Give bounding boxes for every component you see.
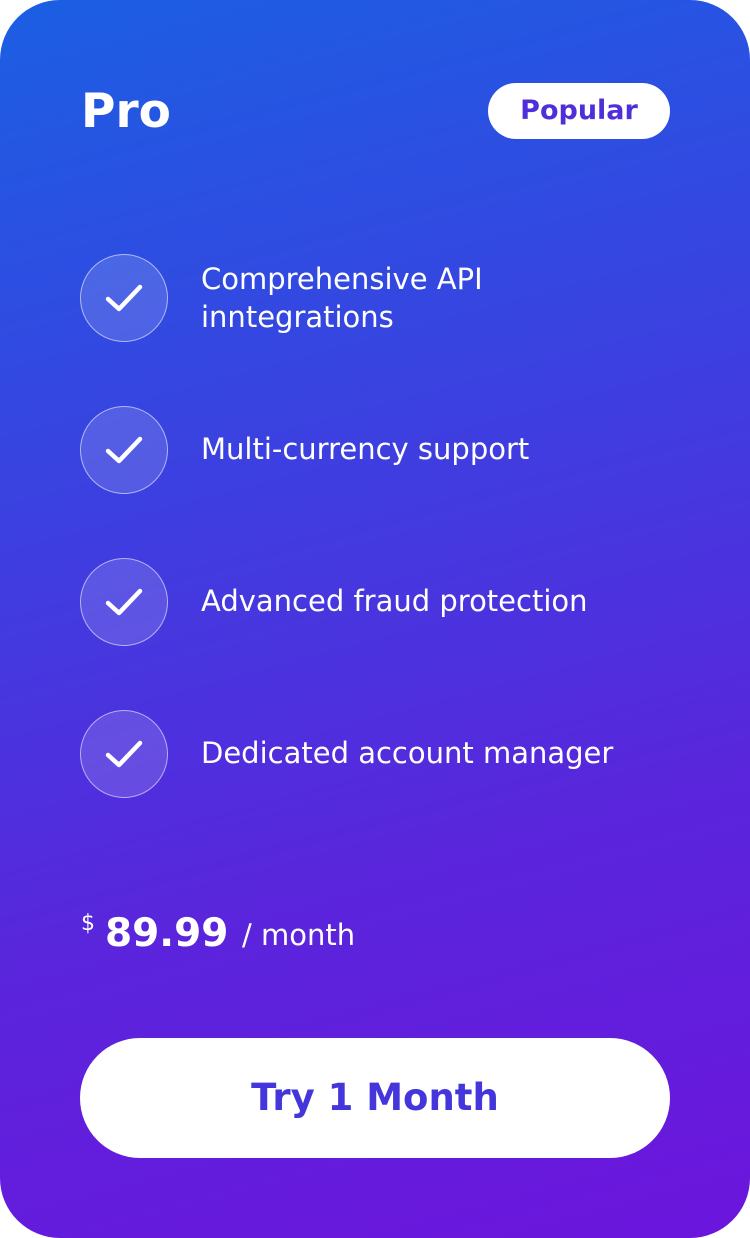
- price-currency: $: [81, 911, 95, 936]
- feature-item: Dedicated account manager: [80, 710, 680, 798]
- check-icon: [80, 558, 168, 646]
- feature-item: Advanced fraud protection: [80, 558, 680, 646]
- feature-label: Multi-currency support: [201, 432, 530, 466]
- plan-title: Pro: [81, 84, 171, 139]
- feature-label: Advanced fraud protection: [201, 584, 588, 618]
- check-icon: [80, 710, 168, 798]
- popular-badge: Popular: [488, 83, 670, 139]
- check-icon: [80, 406, 168, 494]
- price-amount: 89.99: [105, 911, 229, 956]
- pricing-card: Pro Popular Comprehensive API inntegrati…: [0, 0, 750, 1238]
- feature-item: Comprehensive API inntegrations: [80, 254, 680, 342]
- price: $ 89.99 / month: [81, 905, 481, 965]
- feature-label: Comprehensive API inntegrations: [201, 262, 483, 334]
- price-period: / month: [242, 918, 356, 952]
- feature-label: Dedicated account manager: [201, 736, 614, 770]
- try-button[interactable]: Try 1 Month: [80, 1038, 670, 1158]
- feature-item: Multi-currency support: [80, 406, 680, 494]
- check-icon: [80, 254, 168, 342]
